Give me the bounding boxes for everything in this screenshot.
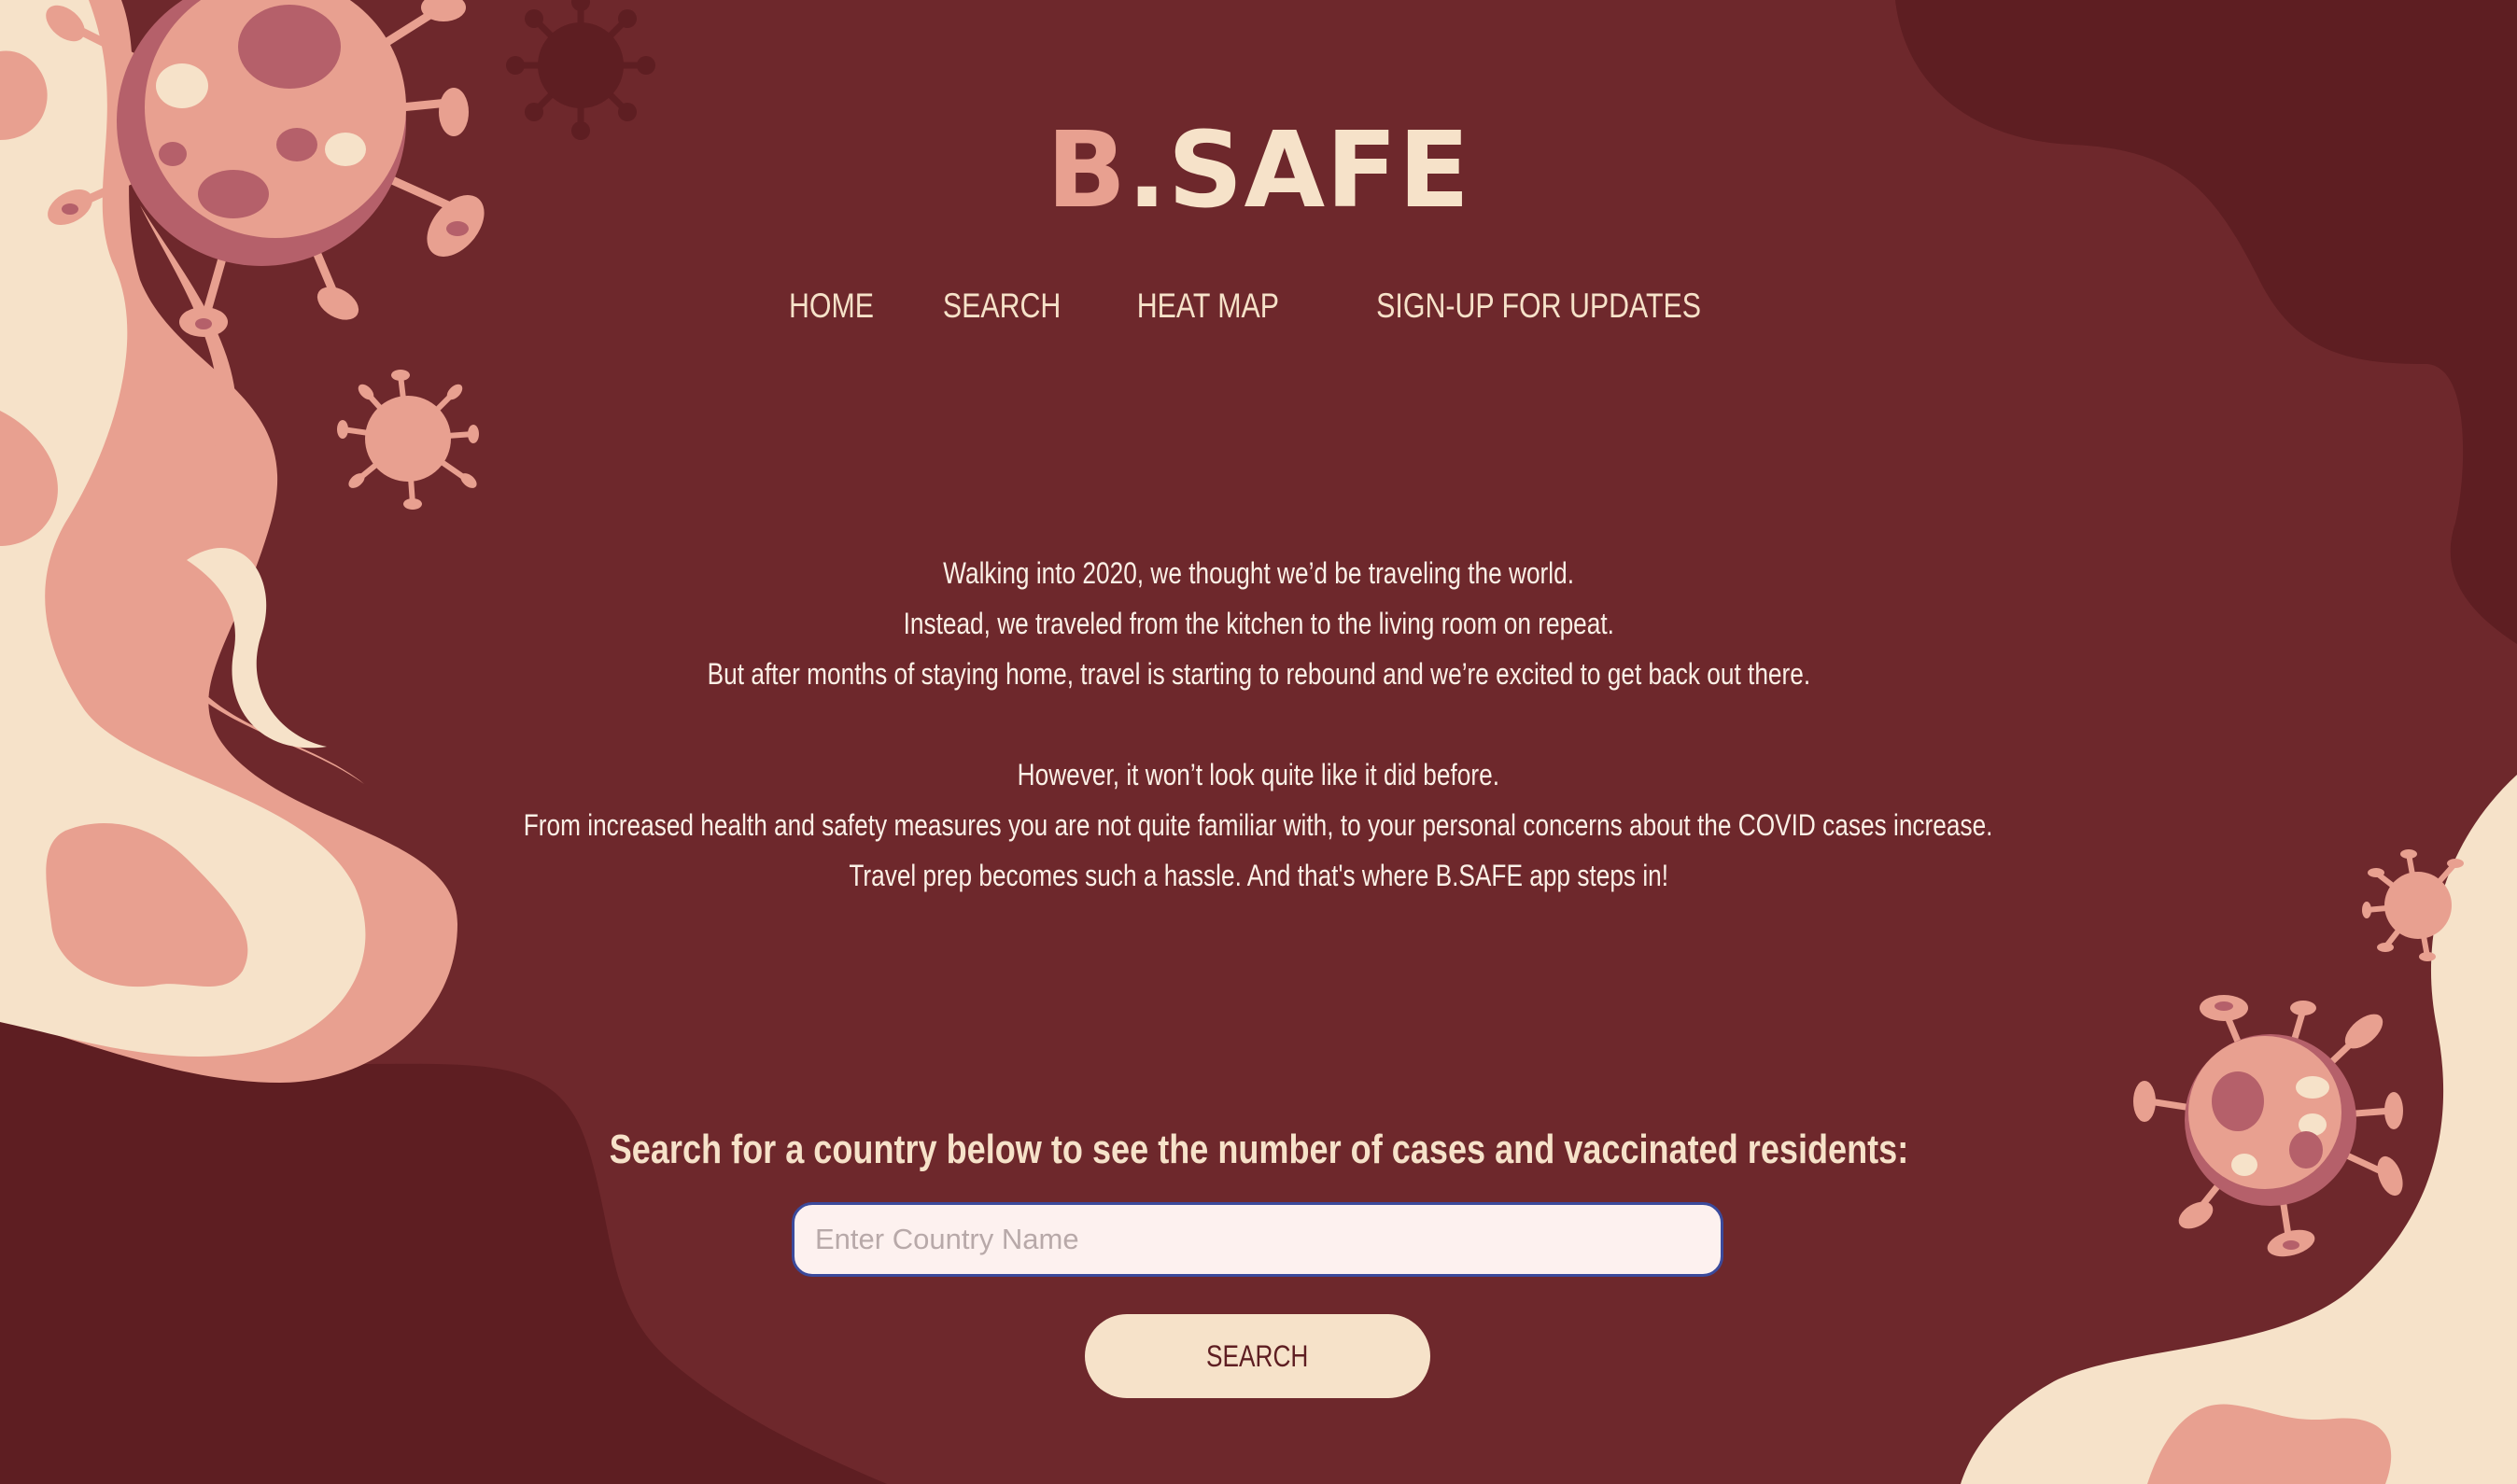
intro-line: However, it won’t look quite like it did… [1017,758,1500,791]
nav-sign-up[interactable]: SIGN-UP FOR UPDATES [1377,278,1702,334]
intro-text: Walking into 2020, we thought we’d be tr… [0,548,2517,901]
intro-line: Travel prep becomes such a hassle. And t… [849,859,1668,892]
intro-line: From increased health and safety measure… [524,808,1993,842]
country-search-input[interactable] [792,1202,1723,1277]
search-prompt: Search for a country below to see the nu… [609,1127,1908,1172]
intro-line: Instead, we traveled from the kitchen to… [903,607,1614,640]
intro-line: But after months of staying home, travel… [707,657,1810,691]
intro-line: Walking into 2020, we thought we’d be tr… [943,556,1574,590]
page: B.SAFE HOME SEARCH HEAT MAP SIGN-UP FOR … [0,0,2517,1484]
main-nav: HOME SEARCH HEAT MAP SIGN-UP FOR UPDATES [0,278,2517,334]
brand-logo[interactable]: B.SAFE [0,110,2517,231]
logo-letter-b: B [1046,110,1128,231]
nav-search[interactable]: SEARCH [943,278,1061,334]
nav-home[interactable]: HOME [789,278,874,334]
logo-dot: . [1127,110,1168,231]
search-button[interactable]: SEARCH [1085,1314,1430,1398]
nav-heat-map[interactable]: HEAT MAP [1136,278,1278,334]
logo-safe: SAFE [1167,110,1471,231]
